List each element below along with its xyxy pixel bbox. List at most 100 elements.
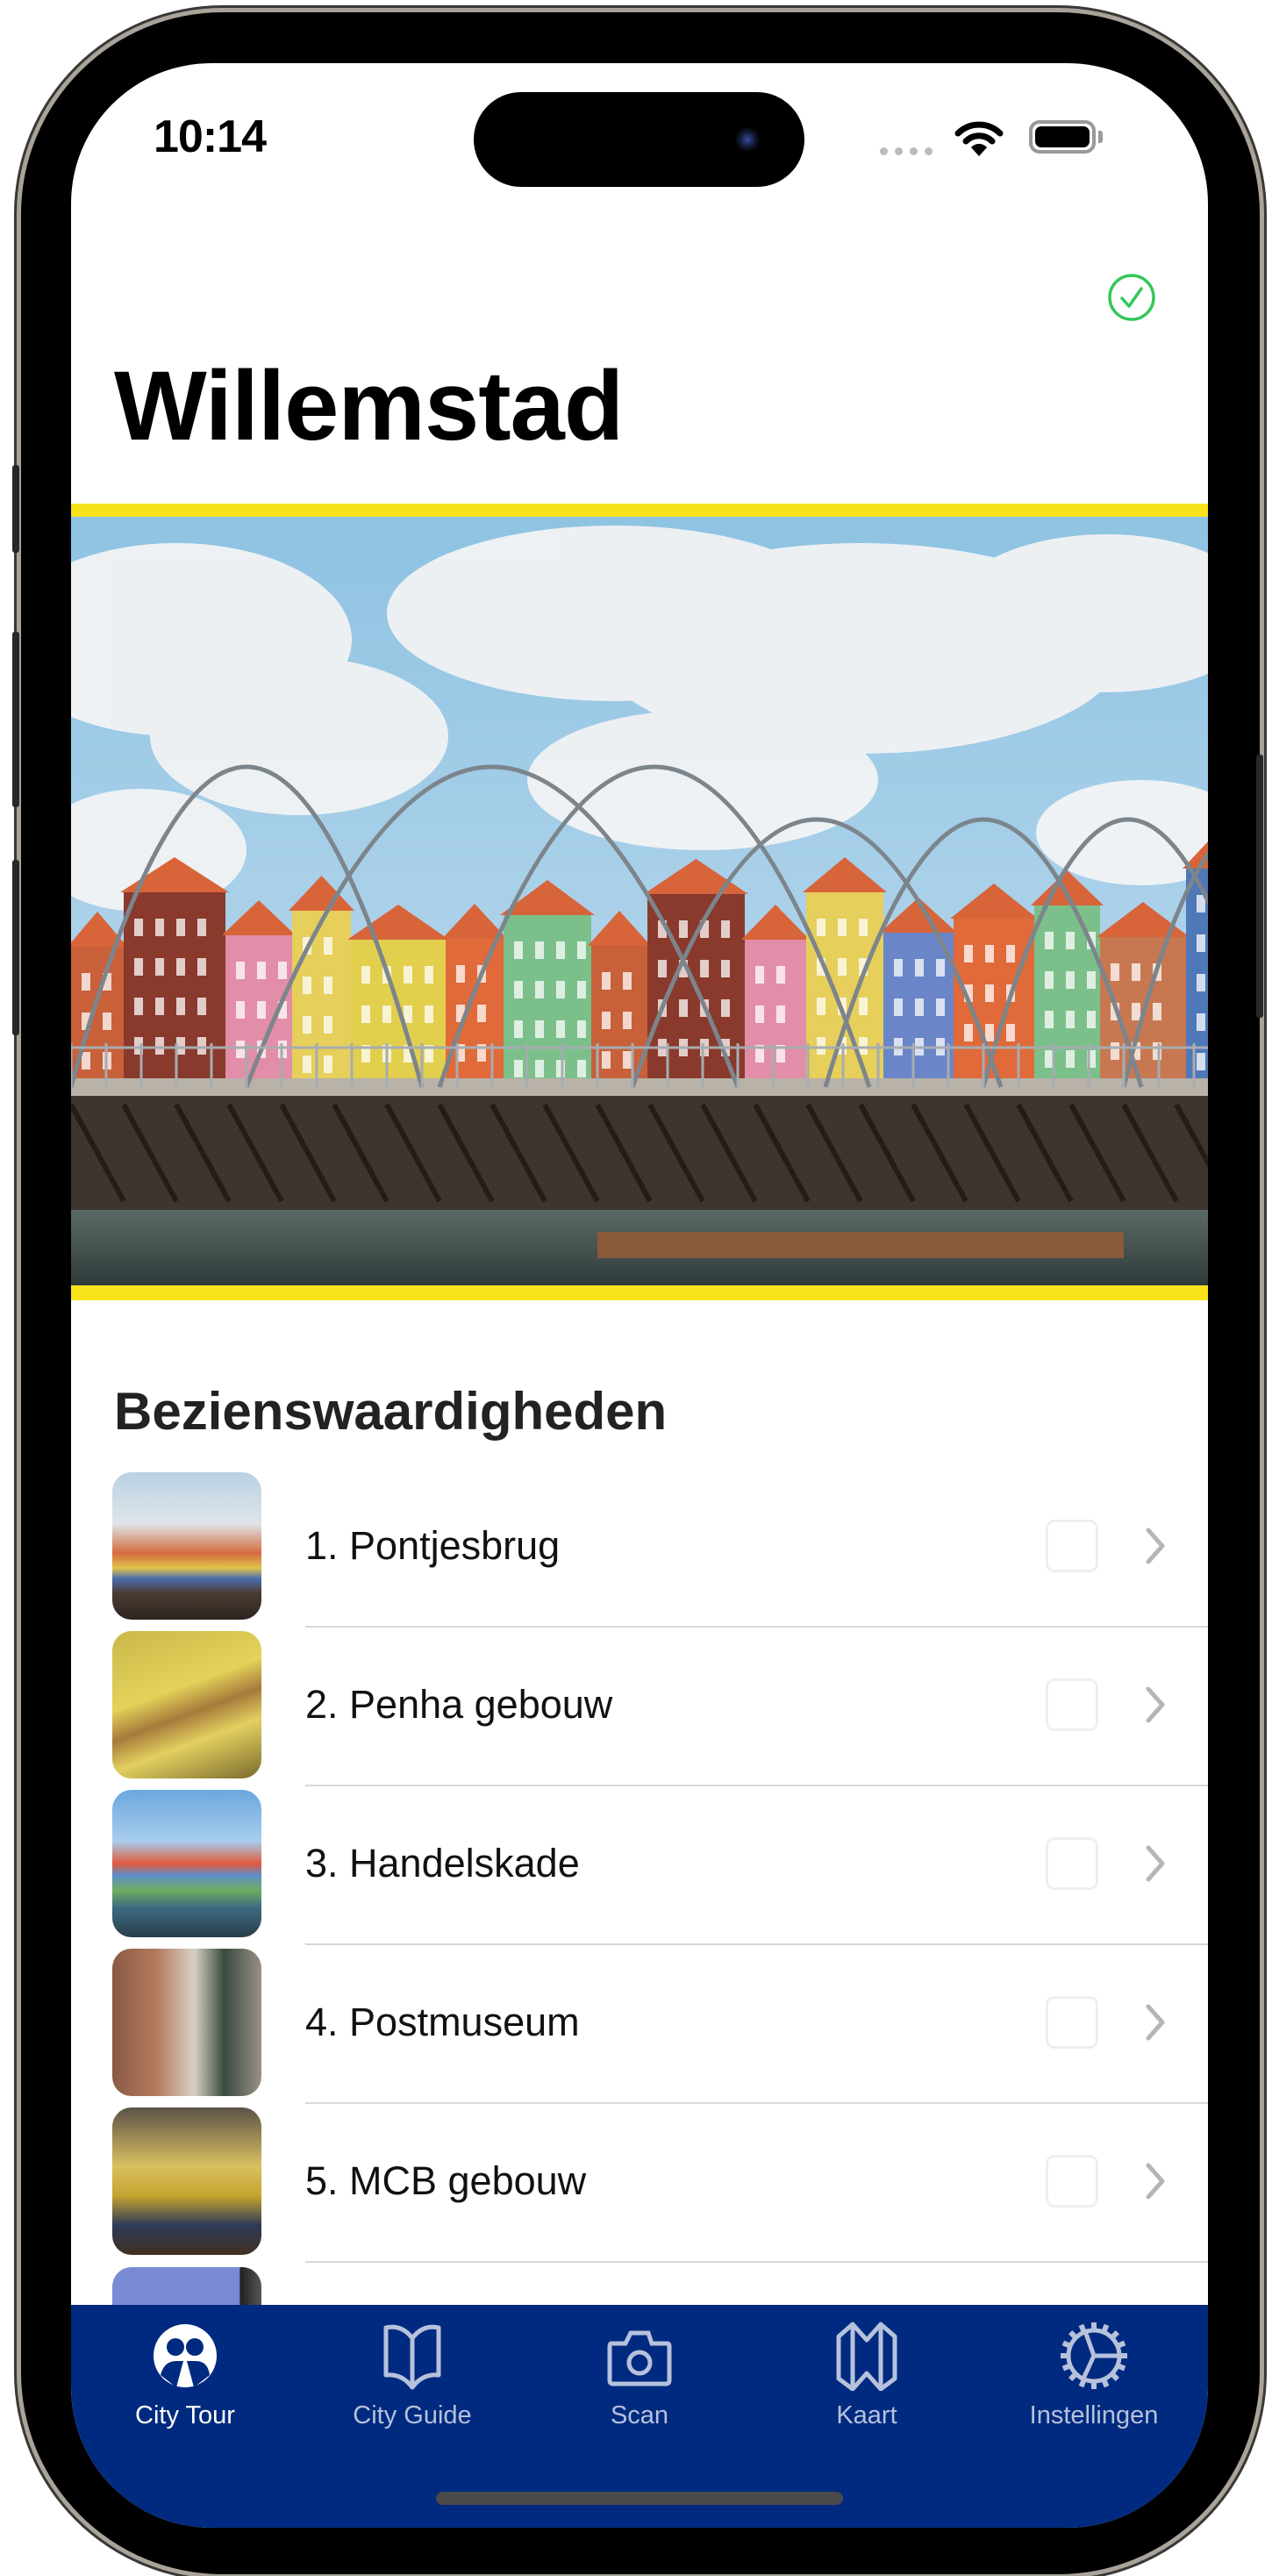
window bbox=[361, 966, 370, 984]
window bbox=[324, 1055, 332, 1073]
volume-down-button bbox=[12, 860, 19, 1035]
window bbox=[1006, 945, 1015, 962]
window bbox=[964, 1024, 973, 1041]
window bbox=[1066, 1011, 1075, 1028]
power-button bbox=[1256, 755, 1263, 1018]
window bbox=[679, 999, 688, 1017]
window bbox=[134, 958, 143, 976]
window bbox=[535, 941, 544, 959]
window bbox=[623, 972, 632, 990]
window bbox=[425, 1005, 433, 1023]
window bbox=[278, 962, 287, 979]
window bbox=[1197, 1053, 1205, 1070]
window bbox=[324, 977, 332, 994]
battery-icon bbox=[1029, 120, 1096, 154]
tab-scan[interactable]: Scan bbox=[525, 2305, 754, 2445]
checkmark-circle-icon[interactable] bbox=[1107, 273, 1156, 322]
window bbox=[679, 920, 688, 938]
window bbox=[1197, 974, 1205, 991]
window bbox=[577, 1020, 586, 1038]
window bbox=[556, 941, 565, 959]
yellow-divider-bottom bbox=[71, 1285, 1208, 1300]
list-item[interactable]: 4. Postmuseum bbox=[71, 1945, 1208, 2104]
window bbox=[721, 999, 730, 1017]
list-item[interactable]: 5. MCB gebouw bbox=[71, 2104, 1208, 2263]
volume-up-button bbox=[12, 632, 19, 807]
visited-checkbox[interactable] bbox=[1046, 1996, 1098, 2049]
window bbox=[134, 919, 143, 936]
tab-city-guide[interactable]: City Guide bbox=[298, 2305, 526, 2445]
window bbox=[577, 981, 586, 998]
list-item[interactable]: 3. Handelskade bbox=[71, 1786, 1208, 1945]
window bbox=[236, 962, 245, 979]
window bbox=[1087, 1011, 1096, 1028]
tab-city-tour[interactable]: City Tour bbox=[71, 2305, 299, 2445]
window bbox=[197, 1037, 206, 1055]
yellow-divider-top bbox=[71, 504, 1208, 517]
tab-label: City Tour bbox=[135, 2401, 235, 2429]
window bbox=[1111, 963, 1119, 981]
window bbox=[964, 945, 973, 962]
sight-label: 2. Penha gebouw bbox=[305, 1682, 613, 1727]
sight-label: 5. MCB gebouw bbox=[305, 2158, 587, 2203]
tab-label: Scan bbox=[610, 2401, 669, 2429]
window bbox=[1045, 971, 1054, 989]
window bbox=[985, 945, 994, 962]
battery-tip bbox=[1098, 131, 1103, 143]
window bbox=[425, 966, 433, 984]
window bbox=[623, 1012, 632, 1029]
window bbox=[755, 1005, 764, 1023]
tab-instellingen[interactable]: Instellingen bbox=[980, 2305, 1208, 2445]
window bbox=[859, 998, 868, 1015]
tab-bar: City Tour City Guide Scan Kaart Instelli… bbox=[71, 2305, 1208, 2528]
window bbox=[936, 998, 945, 1016]
window bbox=[535, 1060, 544, 1077]
building bbox=[745, 940, 806, 1087]
status-time: 10:14 bbox=[154, 111, 267, 162]
window bbox=[82, 973, 90, 991]
window bbox=[514, 941, 523, 959]
window bbox=[404, 966, 412, 984]
window bbox=[303, 1055, 311, 1073]
window bbox=[1197, 934, 1205, 952]
window bbox=[894, 998, 903, 1016]
window bbox=[257, 962, 266, 979]
window bbox=[1111, 1042, 1119, 1060]
visited-checkbox[interactable] bbox=[1046, 1520, 1098, 1572]
window bbox=[82, 1052, 90, 1070]
tab-kaart[interactable]: Kaart bbox=[753, 2305, 981, 2445]
tab-label: City Guide bbox=[353, 2401, 472, 2429]
list-item[interactable]: 2. Penha gebouw bbox=[71, 1628, 1208, 1786]
sight-label: 1. Pontjesbrug bbox=[305, 1523, 561, 1568]
visited-checkbox[interactable] bbox=[1046, 1837, 1098, 1890]
wifi-icon bbox=[954, 121, 1004, 156]
gear-icon bbox=[1061, 2322, 1127, 2389]
window bbox=[1132, 1003, 1140, 1020]
window bbox=[514, 1060, 523, 1077]
window bbox=[1087, 971, 1096, 989]
window bbox=[303, 1016, 311, 1034]
window bbox=[176, 919, 185, 936]
window bbox=[776, 1005, 785, 1023]
window bbox=[985, 1024, 994, 1041]
list-item[interactable]: 1. Pontjesbrug bbox=[71, 1469, 1208, 1628]
sight-label: 3. Handelskade bbox=[305, 1841, 580, 1885]
people-circle-icon bbox=[154, 2324, 217, 2387]
window bbox=[361, 1005, 370, 1023]
window bbox=[894, 959, 903, 977]
map-icon bbox=[836, 2322, 897, 2391]
visited-checkbox[interactable] bbox=[1046, 2155, 1098, 2207]
window bbox=[1066, 1050, 1075, 1068]
window bbox=[658, 960, 667, 977]
window bbox=[602, 1012, 611, 1029]
window bbox=[236, 1001, 245, 1019]
window bbox=[535, 981, 544, 998]
window bbox=[155, 998, 164, 1015]
window bbox=[257, 1001, 266, 1019]
window bbox=[456, 965, 465, 983]
window bbox=[577, 941, 586, 959]
window bbox=[623, 1051, 632, 1069]
visited-checkbox[interactable] bbox=[1046, 1678, 1098, 1731]
camera-icon bbox=[607, 2330, 672, 2386]
chevron-right-icon bbox=[1146, 1845, 1165, 1882]
